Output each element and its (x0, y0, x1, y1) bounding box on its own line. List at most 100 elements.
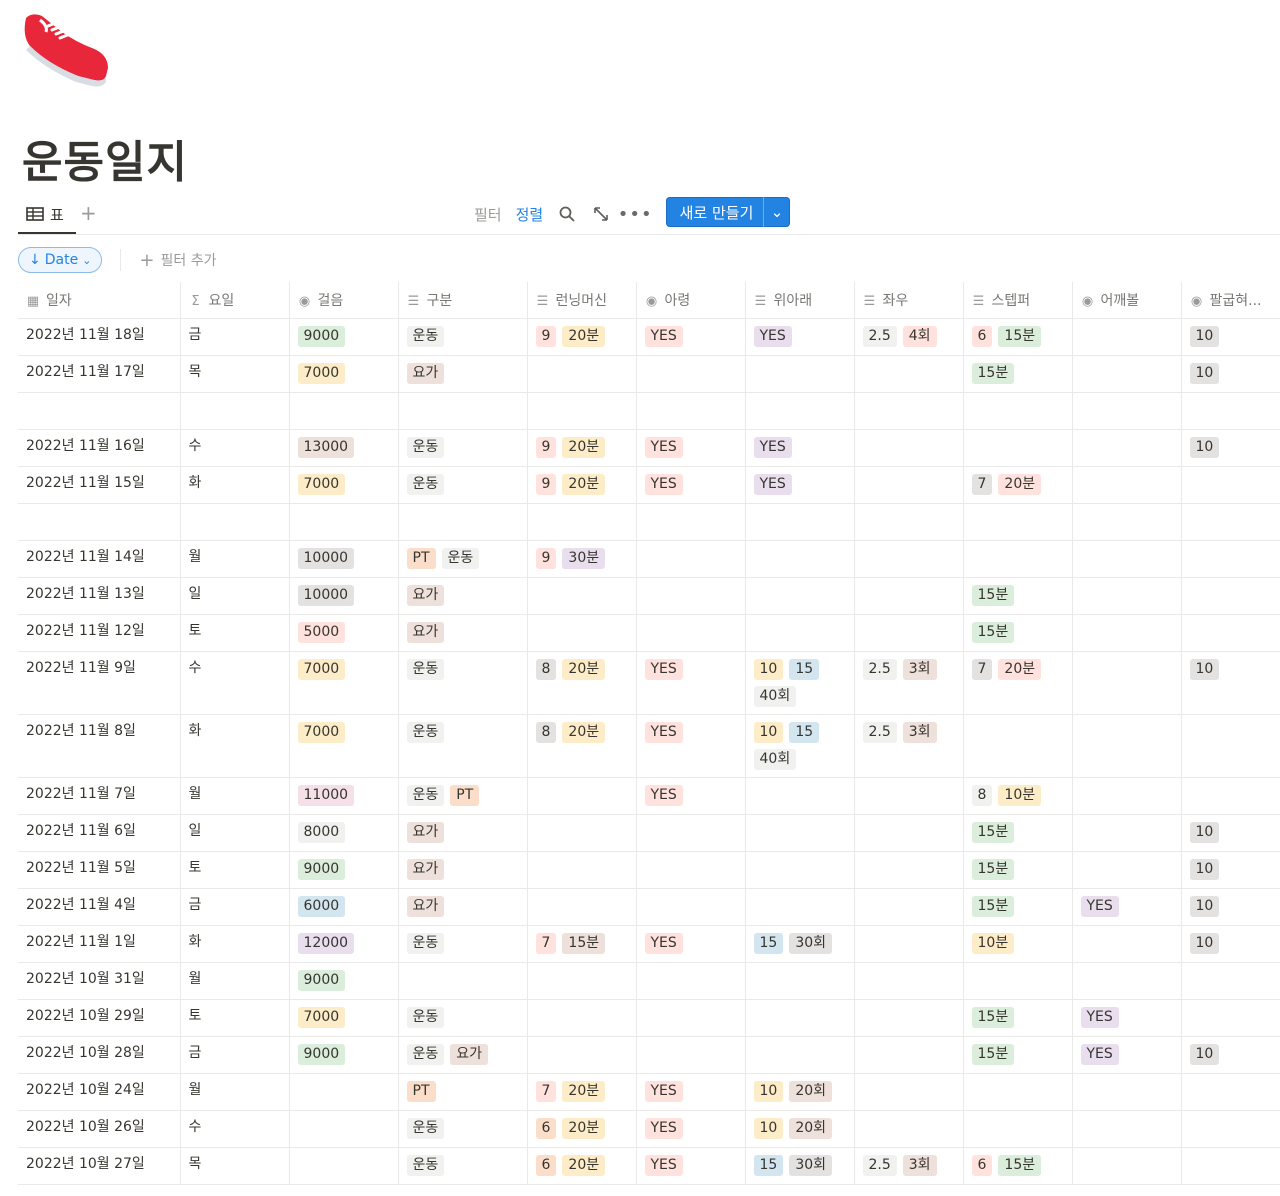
cell-arm[interactable] (636, 392, 746, 430)
cell-arm[interactable]: YES (636, 429, 746, 467)
column-header-arm[interactable]: ◉ 아령 (636, 282, 746, 319)
expand-icon[interactable] (591, 204, 611, 224)
cell-steps[interactable]: 6000 (289, 888, 399, 926)
cell-type[interactable]: 운동 (398, 651, 528, 715)
cell-day[interactable]: 일 (180, 814, 290, 852)
chevron-down-icon[interactable]: ⌄ (764, 203, 790, 221)
cell-pushup[interactable] (1181, 1073, 1280, 1111)
cell-day[interactable]: 금 (180, 1036, 290, 1074)
cell-arm[interactable]: YES (636, 714, 746, 778)
cell-leftright[interactable] (854, 851, 964, 889)
cell-pushup[interactable]: 10 (1181, 429, 1280, 467)
cell-arm[interactable] (636, 1036, 746, 1074)
cell-treadmill[interactable]: 9 20분 (527, 466, 637, 504)
table-row[interactable] (18, 392, 1280, 430)
cell-shoulder[interactable] (1072, 503, 1182, 541)
cell-shoulder[interactable] (1072, 318, 1182, 356)
cell-updown[interactable] (745, 814, 855, 852)
cell-pushup[interactable] (1181, 540, 1280, 578)
cell-steps[interactable] (289, 503, 399, 541)
cell-type[interactable]: 운동 요가 (398, 1036, 528, 1074)
cell-steps[interactable]: 7000 (289, 714, 399, 778)
cell-shoulder[interactable]: YES (1072, 888, 1182, 926)
cell-arm[interactable] (636, 540, 746, 578)
cell-type[interactable]: 운동 (398, 1147, 528, 1185)
column-header-date[interactable]: ▦ 일자 (18, 282, 181, 319)
table-row[interactable]: 2022년 11월 12일 토 5000 요가 15분 (18, 614, 1280, 652)
cell-pushup[interactable] (1181, 392, 1280, 430)
cell-treadmill[interactable] (527, 614, 637, 652)
cell-updown[interactable] (745, 355, 855, 393)
cell-steps[interactable]: 9000 (289, 851, 399, 889)
cell-pushup[interactable]: 10 (1181, 888, 1280, 926)
cell-shoulder[interactable] (1072, 925, 1182, 963)
cell-leftright[interactable] (854, 999, 964, 1037)
cell-shoulder[interactable] (1072, 355, 1182, 393)
cell-pushup[interactable] (1181, 577, 1280, 615)
cell-shoulder[interactable]: YES (1072, 1036, 1182, 1074)
table-row[interactable]: 2022년 10월 27일 목 운동 6 20분 YES 15 30회 2.5 3회 6 15분 (18, 1147, 1280, 1185)
cell-leftright[interactable] (854, 962, 964, 1000)
cell-updown[interactable] (745, 503, 855, 541)
cell-treadmill[interactable]: 9 30분 (527, 540, 637, 578)
cell-type[interactable]: 운동 (398, 429, 528, 467)
cell-steps[interactable] (289, 1073, 399, 1111)
cell-date[interactable]: 2022년 11월 18일 (18, 318, 181, 356)
cell-stepper[interactable]: 7 20분 (963, 651, 1073, 715)
column-header-day[interactable]: Σ 요일 (180, 282, 290, 319)
cell-steps[interactable]: 10000 (289, 540, 399, 578)
cell-updown[interactable]: YES (745, 318, 855, 356)
column-header-pushup[interactable]: ◉ 팔굽혀... (1181, 282, 1280, 319)
cell-updown[interactable] (745, 540, 855, 578)
cell-day[interactable]: 월 (180, 540, 290, 578)
table-row[interactable]: 2022년 11월 8일 화 7000 운동 8 20분 YES 10 15 40회 2.5 3회 (18, 714, 1280, 778)
cell-pushup[interactable] (1181, 614, 1280, 652)
cell-shoulder[interactable] (1072, 540, 1182, 578)
cell-steps[interactable]: 13000 (289, 429, 399, 467)
cell-treadmill[interactable] (527, 888, 637, 926)
cell-type[interactable]: 요가 (398, 614, 528, 652)
cell-type[interactable]: 운동 PT (398, 777, 528, 815)
cell-treadmill[interactable] (527, 962, 637, 1000)
table-row[interactable]: 2022년 11월 13일 일 10000 요가 15분 (18, 577, 1280, 615)
cell-arm[interactable]: YES (636, 651, 746, 715)
cell-updown[interactable]: 10 20회 (745, 1073, 855, 1111)
cell-date[interactable]: 2022년 11월 16일 (18, 429, 181, 467)
cell-updown[interactable] (745, 392, 855, 430)
cell-day[interactable]: 월 (180, 962, 290, 1000)
cell-leftright[interactable] (854, 355, 964, 393)
cell-shoulder[interactable] (1072, 651, 1182, 715)
cell-steps[interactable]: 7000 (289, 355, 399, 393)
cell-date[interactable]: 2022년 10월 28일 (18, 1036, 181, 1074)
cell-stepper[interactable]: 15분 (963, 851, 1073, 889)
tab-table-view[interactable]: 표 (26, 202, 64, 226)
cell-date[interactable]: 2022년 11월 12일 (18, 614, 181, 652)
cell-arm[interactable] (636, 962, 746, 1000)
cell-treadmill[interactable]: 7 20분 (527, 1073, 637, 1111)
cell-date[interactable]: 2022년 10월 29일 (18, 999, 181, 1037)
add-filter-button[interactable]: + 필터 추가 (139, 250, 216, 271)
cell-leftright[interactable] (854, 925, 964, 963)
cell-day[interactable]: 일 (180, 577, 290, 615)
cell-steps[interactable]: 12000 (289, 925, 399, 963)
column-header-stepper[interactable]: ☰ 스텝퍼 (963, 282, 1073, 319)
cell-leftright[interactable] (854, 577, 964, 615)
cell-shoulder[interactable] (1072, 1147, 1182, 1185)
cell-pushup[interactable]: 10 (1181, 925, 1280, 963)
filter-button[interactable]: 필터 (474, 204, 502, 225)
cell-treadmill[interactable] (527, 503, 637, 541)
cell-type[interactable]: 운동 (398, 1110, 528, 1148)
new-button[interactable]: 새로 만들기 ⌄ (666, 197, 790, 227)
cell-stepper[interactable]: 7 20분 (963, 466, 1073, 504)
cell-stepper[interactable] (963, 1073, 1073, 1111)
cell-pushup[interactable] (1181, 999, 1280, 1037)
cell-updown[interactable] (745, 777, 855, 815)
cell-updown[interactable]: 15 30회 (745, 925, 855, 963)
cell-arm[interactable]: YES (636, 1073, 746, 1111)
cell-date[interactable]: 2022년 11월 1일 (18, 925, 181, 963)
cell-type[interactable]: 요가 (398, 888, 528, 926)
cell-type[interactable]: 운동 (398, 999, 528, 1037)
cell-shoulder[interactable] (1072, 1110, 1182, 1148)
cell-stepper[interactable] (963, 714, 1073, 778)
cell-type[interactable]: 요가 (398, 814, 528, 852)
